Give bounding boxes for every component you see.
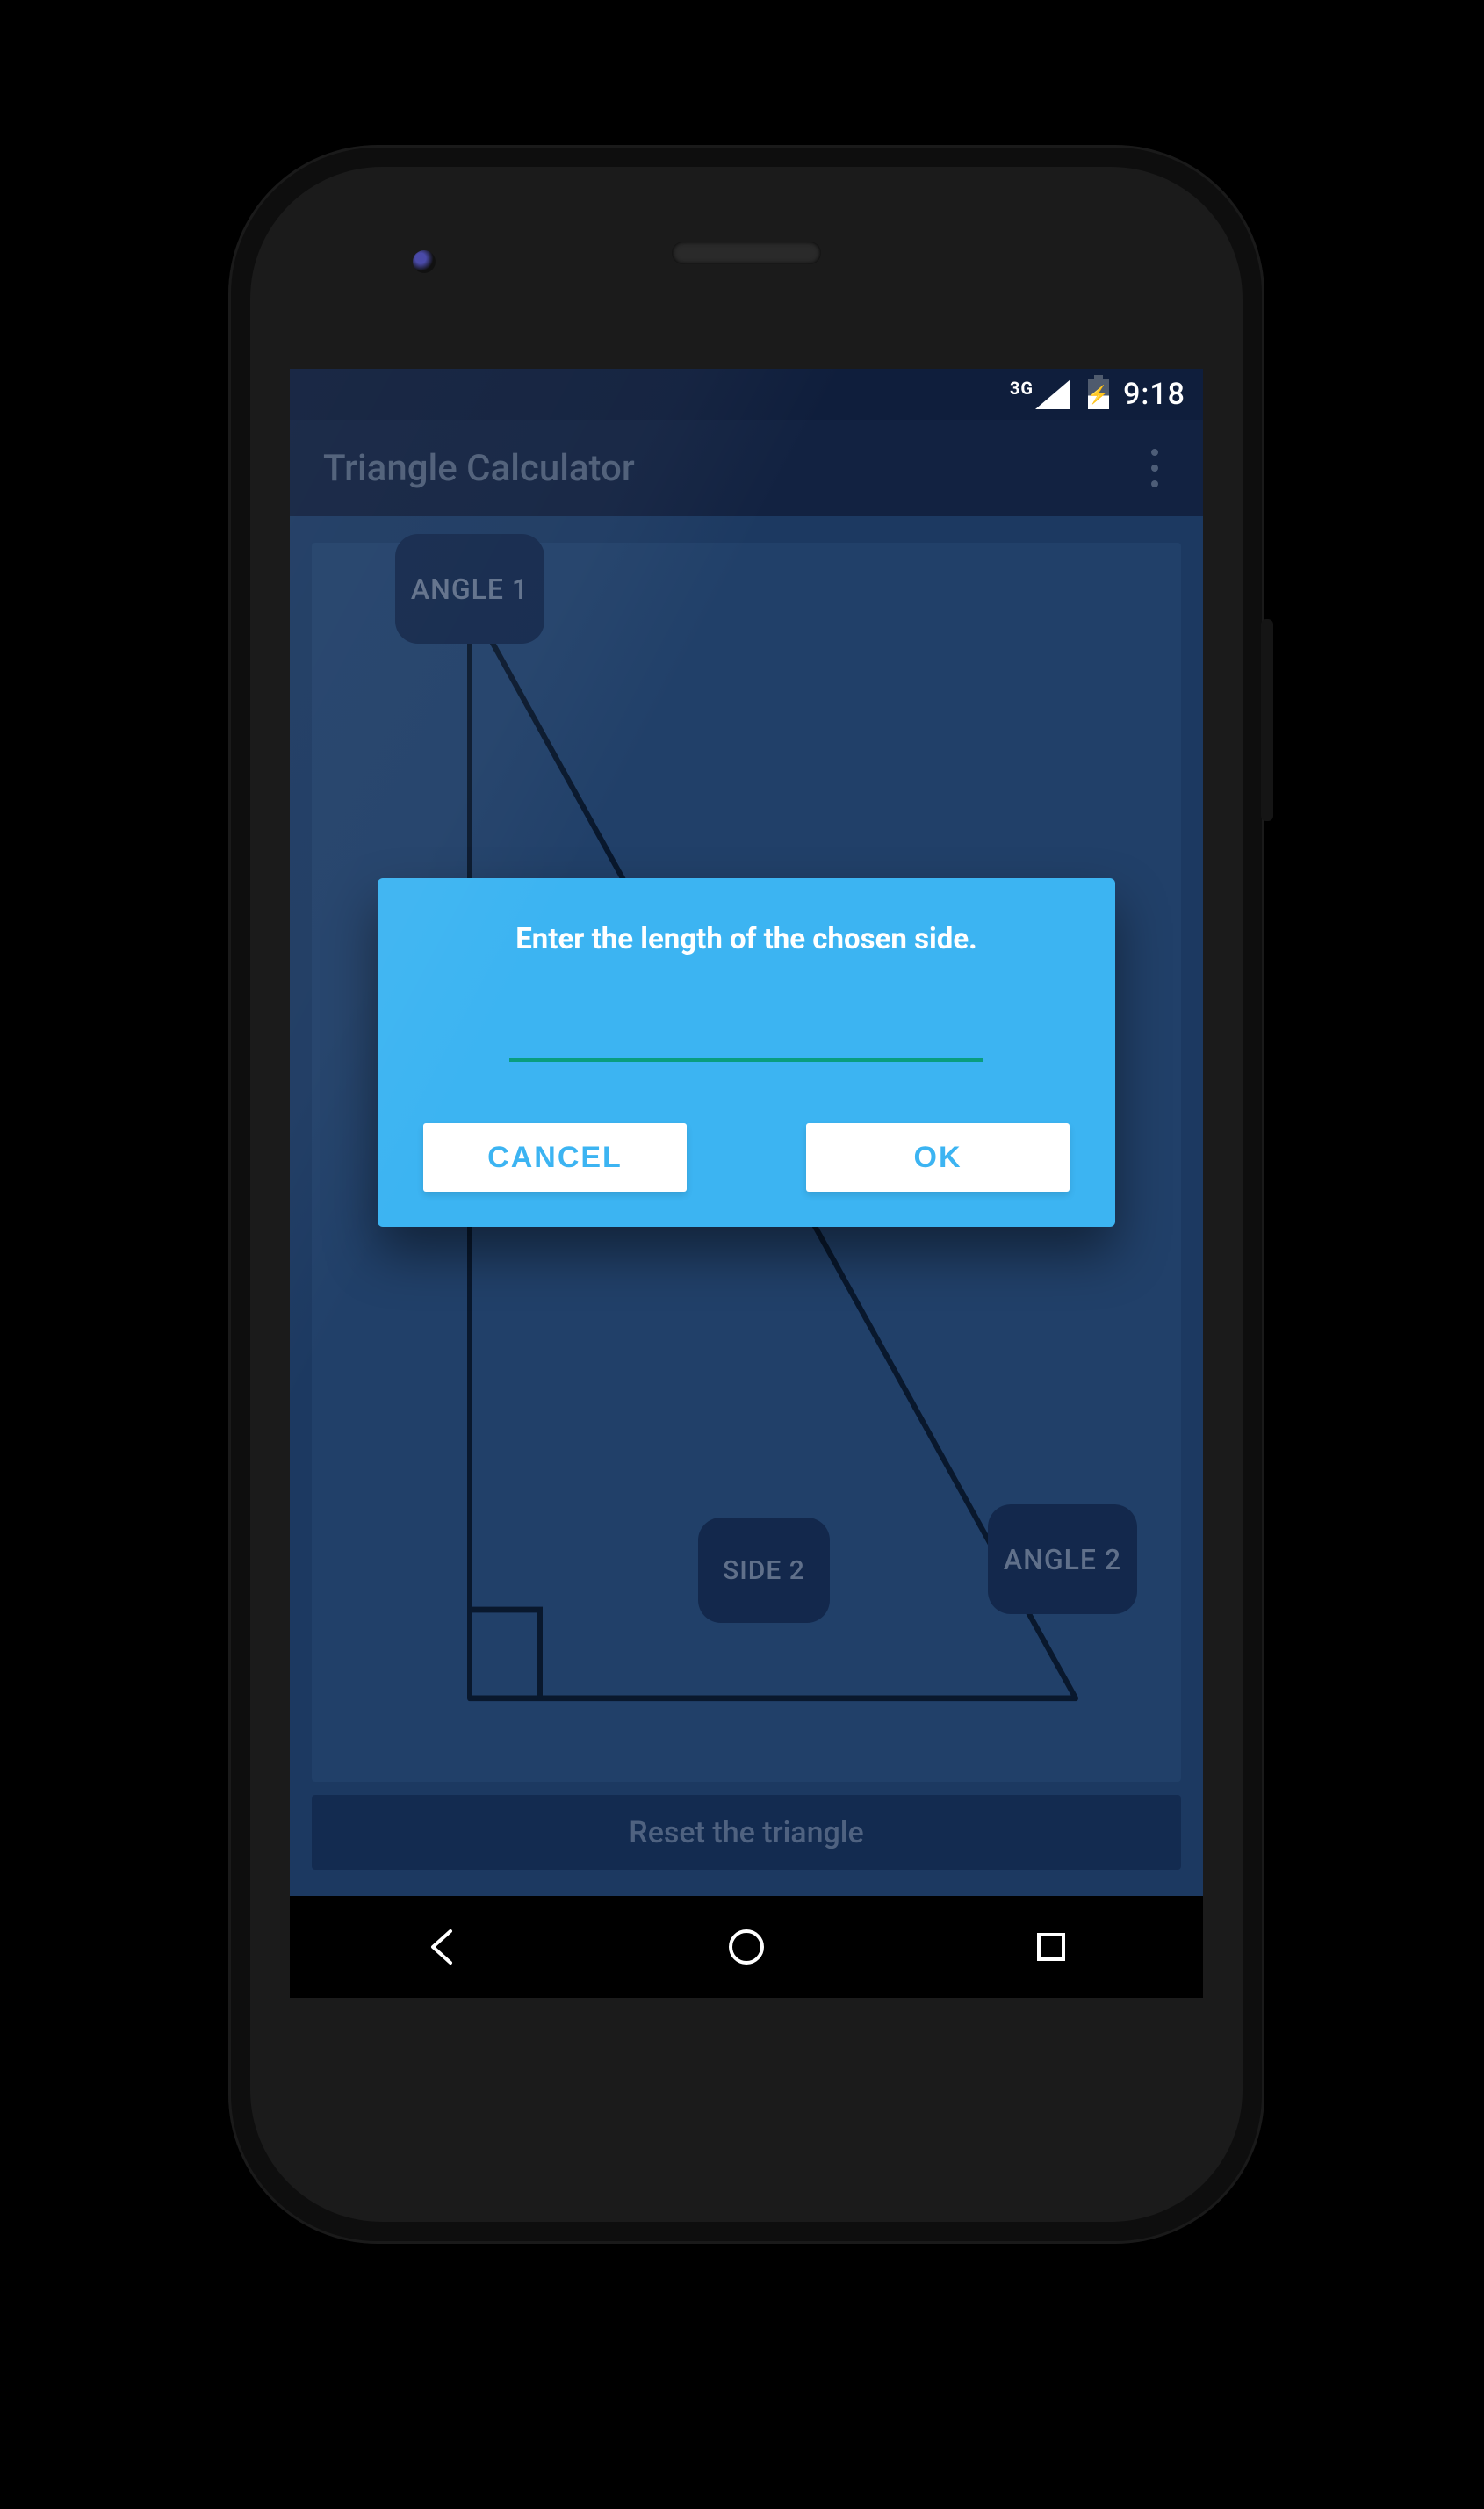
device-speaker	[672, 242, 821, 264]
back-icon	[421, 1926, 463, 1968]
device-frame: 3G 9:18 Triangle Calculator ANGLE 1	[228, 145, 1264, 2244]
recent-icon	[1030, 1926, 1072, 1968]
ok-button[interactable]: OK	[806, 1123, 1070, 1192]
dialog-actions: CANCEL OK	[421, 1123, 1071, 1192]
nav-home-button[interactable]	[716, 1916, 777, 1978]
device-camera	[413, 250, 436, 273]
status-bar: 3G 9:18	[290, 369, 1203, 420]
nav-back-button[interactable]	[411, 1916, 472, 1978]
input-dialog: Enter the length of the chosen side. CAN…	[378, 878, 1115, 1227]
network-label: 3G	[1010, 378, 1034, 399]
screen: 3G 9:18 Triangle Calculator ANGLE 1	[290, 369, 1203, 1998]
nav-bar	[290, 1896, 1203, 1998]
device-power-button	[1261, 619, 1273, 821]
nav-recent-button[interactable]	[1020, 1916, 1082, 1978]
side-length-input[interactable]	[509, 1018, 983, 1062]
battery-icon	[1088, 379, 1109, 409]
signal-icon	[1035, 379, 1070, 409]
cancel-button[interactable]: CANCEL	[423, 1123, 687, 1192]
home-icon	[725, 1926, 767, 1968]
clock: 9:18	[1123, 377, 1185, 412]
dialog-title: Enter the length of the chosen side.	[421, 922, 1071, 956]
